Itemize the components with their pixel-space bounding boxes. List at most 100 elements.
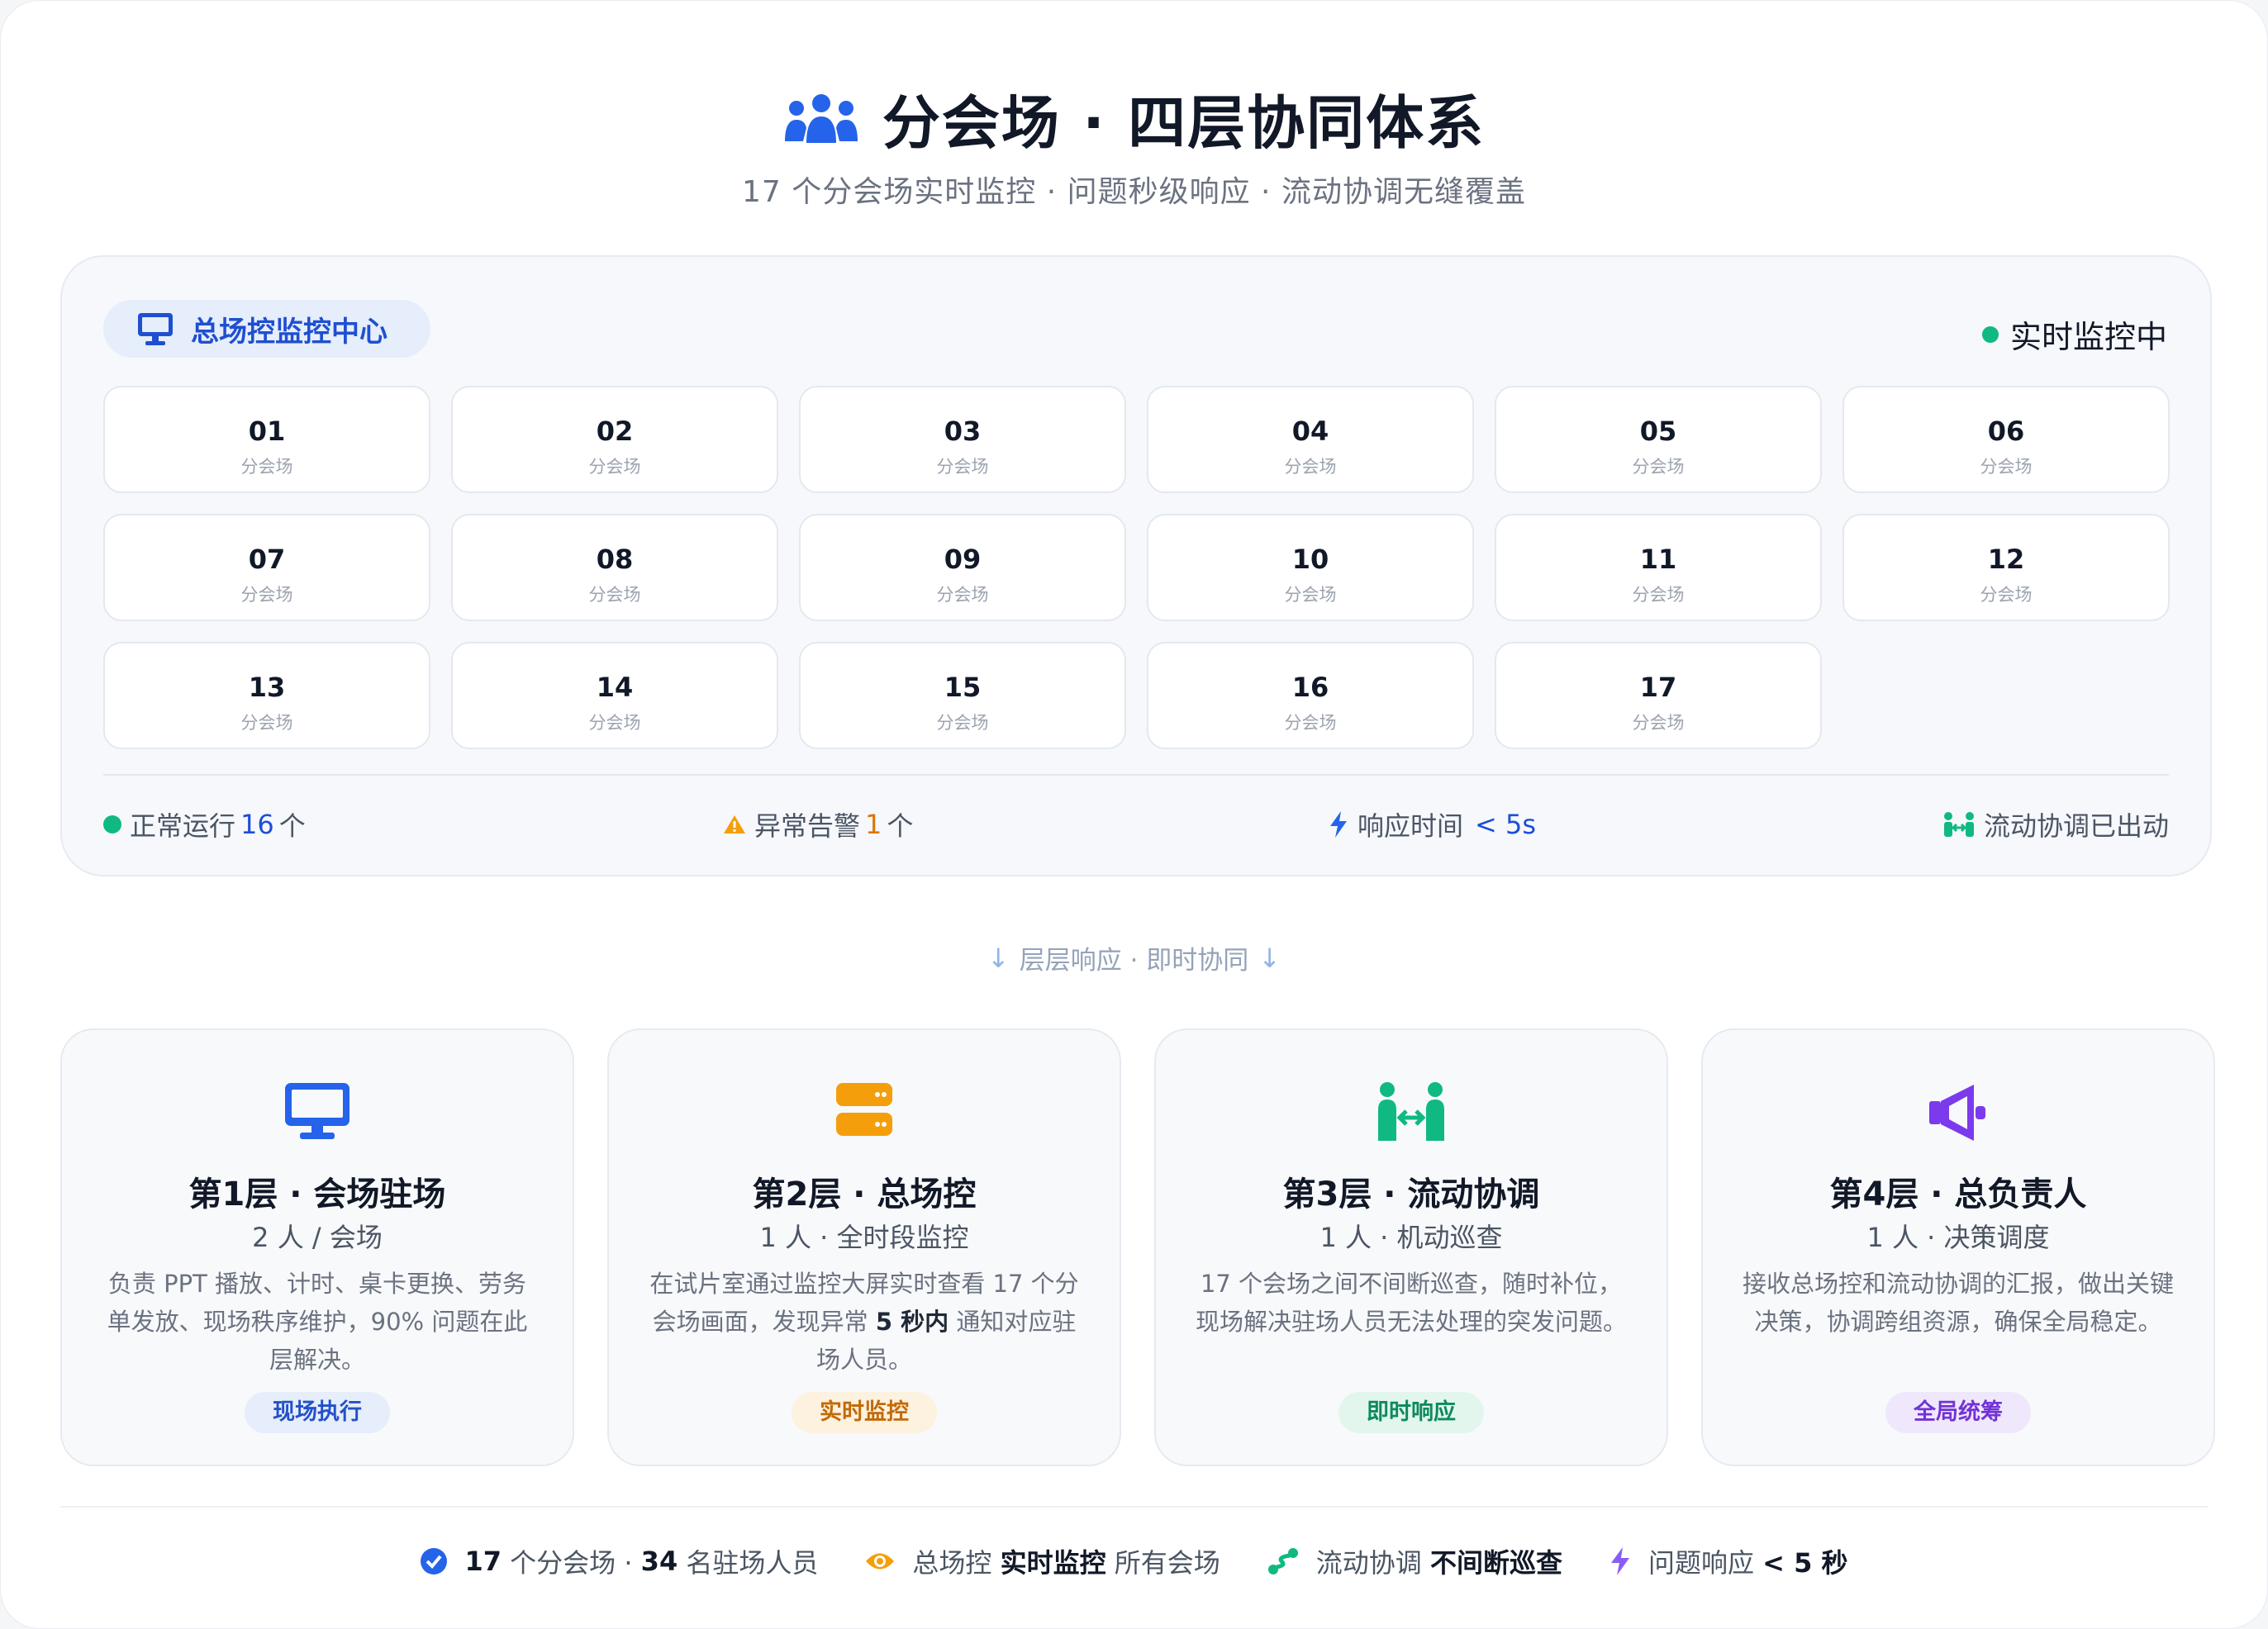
live-status-label: 实时监控中 [2009, 319, 2167, 355]
footer-response-pre: 问题响应 [1648, 1547, 1763, 1579]
venue-number: 14 [596, 672, 634, 703]
monitor-icon [138, 313, 173, 345]
layer-1-sub: 2 人 / 会场 [252, 1222, 383, 1253]
footer-response-bold: < 5 秒 [1762, 1547, 1848, 1579]
venue-card[interactable]: 08 分会场 [451, 514, 778, 621]
venue-label: 分会场 [1632, 457, 1685, 477]
venue-label: 分会场 [240, 457, 293, 477]
venue-label: 分会场 [588, 585, 641, 605]
venue-card[interactable]: 01 分会场 [103, 386, 430, 493]
venue-number: 02 [596, 416, 634, 447]
monitor-panel: 总场控监控中心 实时监控中 01 分会场 02 分会场 03 分会场 04 分会场 05 分会场 0… [60, 255, 2212, 876]
route-icon [1267, 1548, 1298, 1574]
stat-response-value: < 5s [1475, 809, 1537, 840]
footer-patrol-pre: 流动协调 [1315, 1547, 1430, 1579]
venue-card[interactable]: 09 分会场 [799, 514, 1126, 621]
layer-4-desc: 接收总场控和流动协调的汇报，做出关键决策，协调跨组资源，确保全局稳定。 [1742, 1270, 2174, 1336]
layer-1-desc: 负责 PPT 播放、计时、桌卡更换、劳务单发放、现场秩序维护，90% 问题在此层… [107, 1270, 528, 1374]
layer-4-icon-wrap [1703, 1081, 2213, 1147]
footer-summary: 17 个分会场 · 34 名驻场人员 总场控 实时监控 所有会场 流动协调 不间… [1, 1542, 2267, 1580]
layer-card-3: 第3层 · 流动协调 1 人 · 机动巡查 17 个会场之间不间断巡查，随时补位… [1154, 1028, 1668, 1466]
layer-2-desc: 在试片室通过监控大屏实时查看 17 个分会场画面，发现异常 5 秒内 通知对应驻… [647, 1265, 1082, 1379]
venue-label: 分会场 [1284, 457, 1337, 477]
venue-card[interactable]: 07 分会场 [103, 514, 430, 621]
venue-card[interactable]: 10 分会场 [1147, 514, 1474, 621]
venue-number: 13 [248, 672, 286, 703]
footer-divider [60, 1506, 2209, 1508]
venue-label: 分会场 [936, 713, 989, 733]
monitor-center-label: 总场控监控中心 [191, 315, 388, 349]
venue-number: 11 [1639, 544, 1677, 575]
venue-card[interactable]: 11 分会场 [1495, 514, 1822, 621]
layer-4-title: 第4层 · 总负责人 [1829, 1175, 2087, 1213]
venue-number: 04 [1291, 416, 1329, 447]
people-arrows-icon [1943, 812, 1974, 837]
venue-number: 05 [1639, 416, 1677, 447]
layer-3-icon-wrap [1156, 1081, 1667, 1147]
stat-mobile: 流动协调已出动 [1942, 805, 2169, 843]
venue-card[interactable]: 06 分会场 [1842, 386, 2170, 493]
footer-item-venues: 17 个分会场 · 34 名驻场人员 [420, 1542, 818, 1580]
footer-monitor-post: 所有会场 [1105, 1547, 1220, 1579]
flow-indicator: ↓ 层层响应 · 即时协同 ↓ [1, 939, 2267, 976]
venue-number: 01 [248, 416, 286, 447]
monitor-divider [103, 774, 2169, 776]
venue-card[interactable]: 05 分会场 [1495, 386, 1822, 493]
venue-number: 10 [1291, 544, 1329, 575]
venue-label: 分会场 [240, 585, 293, 605]
venue-card[interactable]: 12 分会场 [1842, 514, 2170, 621]
live-dot [1981, 325, 1999, 343]
stat-alert: 异常告警 1 个 [723, 805, 913, 843]
venue-number: 07 [248, 544, 286, 575]
venue-number: 15 [944, 672, 982, 703]
stat-response: 响应时间 < 5s [1328, 805, 1541, 843]
page-header: 分会场 · 四层协同体系 [1, 77, 2267, 160]
venue-number: 08 [596, 544, 634, 575]
warning-icon [724, 815, 745, 833]
venue-card[interactable]: 17 分会场 [1495, 642, 1822, 749]
venue-card[interactable]: 15 分会场 [799, 642, 1126, 749]
flow-text: 层层响应 · 即时协同 [1019, 946, 1249, 976]
stat-normal-label: 正常运行 [130, 810, 236, 842]
footer-monitor-bold: 实时监控 [1000, 1547, 1106, 1579]
venue-card[interactable]: 04 分会场 [1147, 386, 1474, 493]
stat-normal-count: 16 [240, 809, 274, 840]
layer-3-title: 第3层 · 流动协调 [1282, 1175, 1540, 1213]
stat-normal: 正常运行 16 个 [103, 805, 306, 843]
venue-number: 12 [1987, 544, 2025, 575]
page-title: 分会场 · 四层协同体系 [882, 89, 1486, 157]
stat-mobile-label: 流动协调已出动 [1983, 810, 2169, 842]
venue-card[interactable]: 13 分会场 [103, 642, 430, 749]
layer-2-sub: 1 人 · 全时段监控 [759, 1222, 969, 1253]
live-status: 实时监控中 [1981, 311, 2167, 357]
layer-3-desc: 17 个会场之间不间断巡查，随时补位，现场解决驻场人员无法处理的突发问题。 [1195, 1270, 1627, 1336]
page: 分会场 · 四层协同体系 17 个分会场实时监控 · 问题秒级响应 · 流动协调… [0, 0, 2268, 1629]
layer-1-title: 第1层 · 会场驻场 [188, 1175, 446, 1213]
footer-item-monitor: 总场控 实时监控 所有会场 [864, 1542, 1220, 1580]
venue-label: 分会场 [1284, 585, 1337, 605]
normal-dot [103, 815, 121, 833]
footer-staff-count: 34 [640, 1546, 678, 1577]
venue-card[interactable]: 03 分会场 [799, 386, 1126, 493]
venue-card[interactable]: 16 分会场 [1147, 642, 1474, 749]
people-arrows-icon [1378, 1082, 1444, 1141]
desktop-icon [285, 1083, 349, 1139]
server-icon [836, 1083, 892, 1136]
venue-number: 03 [944, 416, 982, 447]
venue-label: 分会场 [240, 713, 293, 733]
venue-label: 分会场 [936, 457, 989, 477]
venue-number: 16 [1291, 672, 1329, 703]
footer-item-patrol: 流动协调 不间断巡查 [1267, 1542, 1562, 1580]
venue-card[interactable]: 14 分会场 [451, 642, 778, 749]
venue-card[interactable]: 02 分会场 [451, 386, 778, 493]
venue-label: 分会场 [1980, 585, 2033, 605]
venue-number: 06 [1987, 416, 2025, 447]
venue-label: 分会场 [588, 457, 641, 477]
layer-card-2: 第2层 · 总场控 1 人 · 全时段监控 在试片室通过监控大屏实时查看 17 … [607, 1028, 1121, 1466]
footer-patrol-bold: 不间断巡查 [1429, 1547, 1562, 1579]
layer-3-sub: 1 人 · 机动巡查 [1319, 1222, 1503, 1253]
layer-2-tag: 实时监控 [792, 1392, 937, 1433]
check-circle-icon [421, 1548, 448, 1574]
venue-label: 分会场 [1980, 457, 2033, 477]
arrow-down-icon: ↓ [987, 942, 1010, 974]
